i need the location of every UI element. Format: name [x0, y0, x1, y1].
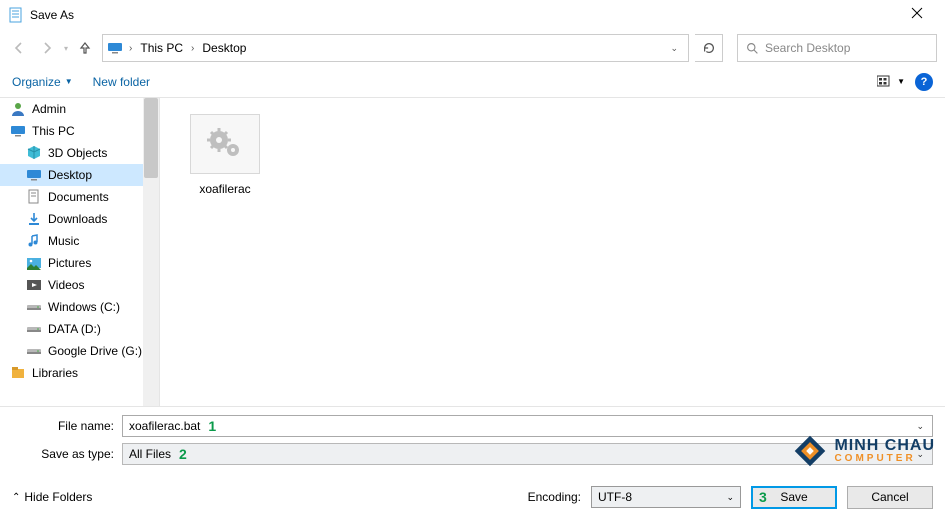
pc-icon [10, 123, 26, 139]
tree-item-label: Desktop [48, 168, 92, 182]
close-button[interactable] [897, 6, 937, 24]
tree-item-pictures[interactable]: Pictures [0, 252, 159, 274]
recent-dropdown-icon[interactable]: ▾ [64, 44, 68, 53]
tree-item-label: Downloads [48, 212, 107, 226]
encoding-label: Encoding: [528, 490, 581, 504]
pictures-icon [26, 255, 42, 271]
watermark-line1: MINH CHAU [834, 438, 935, 454]
search-input[interactable]: Search Desktop [737, 34, 937, 62]
hide-folders-label: Hide Folders [24, 490, 92, 504]
watermark: MINH CHAU COMPUTER [792, 433, 935, 469]
footer: ⌃ Hide Folders Encoding: UTF-8 ⌄ 3 Save … [0, 475, 945, 519]
nav-tree[interactable]: Admin This PC 3D Objects Desktop Documents Do… [0, 98, 160, 406]
logo-icon [792, 433, 828, 469]
main-area: Admin This PC 3D Objects Desktop Documents Do… [0, 98, 945, 406]
chevron-up-icon: ⌃ [12, 492, 20, 503]
tree-item-label: Documents [48, 190, 109, 204]
refresh-button[interactable] [695, 34, 723, 62]
address-bar[interactable]: › This PC › Desktop ⌄ [102, 34, 689, 62]
drive-icon [26, 299, 42, 315]
cube-icon [26, 145, 42, 161]
chevron-right-icon: › [127, 43, 134, 54]
videos-icon [26, 277, 42, 293]
chevron-down-icon: ⌄ [726, 492, 734, 503]
tree-item-libraries[interactable]: Libraries [0, 362, 159, 384]
save-type-label: Save as type: [12, 447, 122, 461]
tree-item-videos[interactable]: Videos [0, 274, 159, 296]
tree-item-label: Videos [48, 278, 84, 292]
cancel-button[interactable]: Cancel [847, 486, 933, 509]
encoding-select[interactable]: UTF-8 ⌄ [591, 486, 741, 508]
toolbar: Organize ▼ New folder ▼ ? [0, 66, 945, 98]
chevron-down-icon[interactable]: ⌄ [916, 421, 924, 432]
breadcrumb-this-pc[interactable]: This PC [138, 41, 185, 55]
tree-item-this-pc[interactable]: This PC [0, 120, 159, 142]
tree-scrollbar[interactable] [143, 98, 159, 406]
annotation-3: 3 [759, 489, 767, 505]
encoding-value: UTF-8 [598, 490, 632, 504]
tree-item-data-d-[interactable]: DATA (D:) [0, 318, 159, 340]
libraries-icon [10, 365, 26, 381]
file-list[interactable]: xoafilerac [160, 98, 945, 406]
tree-item-windows-c-[interactable]: Windows (C:) [0, 296, 159, 318]
save-label: Save [780, 490, 807, 504]
tree-item-label: Libraries [32, 366, 78, 380]
titlebar: Save As [0, 0, 945, 30]
notepad-icon [8, 7, 24, 23]
tree-item-label: Music [48, 234, 79, 248]
cancel-label: Cancel [871, 490, 908, 504]
tree-item-label: This PC [32, 124, 75, 138]
file-label: xoafilerac [180, 182, 270, 196]
chevron-right-icon: › [189, 43, 196, 54]
tree-item-label: Windows (C:) [48, 300, 120, 314]
tree-item-admin[interactable]: Admin [0, 98, 159, 120]
save-type-value: All Files [129, 447, 171, 461]
file-name-value: xoafilerac.bat [129, 419, 200, 433]
forward-button[interactable] [36, 37, 58, 59]
user-icon [10, 101, 26, 117]
organize-button[interactable]: Organize ▼ [12, 75, 73, 89]
music-icon [26, 233, 42, 249]
search-icon [746, 42, 759, 55]
tree-item-documents[interactable]: Documents [0, 186, 159, 208]
tree-item-music[interactable]: Music [0, 230, 159, 252]
file-name-label: File name: [12, 419, 122, 433]
tree-item-label: 3D Objects [48, 146, 107, 160]
watermark-line2: COMPUTER [834, 454, 935, 464]
hide-folders-button[interactable]: ⌃ Hide Folders [12, 490, 92, 504]
tree-item-desktop[interactable]: Desktop [0, 164, 159, 186]
tree-item-label: Google Drive (G:) [48, 344, 142, 358]
pc-icon [107, 40, 123, 56]
drive-icon [26, 343, 42, 359]
help-button[interactable]: ? [915, 73, 933, 91]
documents-icon [26, 189, 42, 205]
search-placeholder: Search Desktop [765, 41, 928, 55]
annotation-1: 1 [208, 418, 216, 434]
downloads-icon [26, 211, 42, 227]
view-mode-button[interactable]: ▼ [877, 75, 905, 89]
address-dropdown-icon[interactable]: ⌄ [664, 43, 684, 54]
drive-icon [26, 321, 42, 337]
breadcrumb-desktop[interactable]: Desktop [200, 41, 248, 55]
tree-item-downloads[interactable]: Downloads [0, 208, 159, 230]
tree-item-label: DATA (D:) [48, 322, 101, 336]
tree-item-google-drive-g-[interactable]: Google Drive (G:) [0, 340, 159, 362]
batch-gears-icon [190, 114, 260, 174]
back-button[interactable] [8, 37, 30, 59]
navbar: ▾ › This PC › Desktop ⌄ Search Desktop [0, 30, 945, 66]
chevron-down-icon: ▼ [897, 77, 905, 86]
desktop-icon [26, 167, 42, 183]
organize-label: Organize [12, 75, 61, 89]
tree-item-label: Pictures [48, 256, 91, 270]
new-folder-button[interactable]: New folder [93, 75, 150, 89]
file-item[interactable]: xoafilerac [180, 114, 270, 196]
chevron-down-icon: ▼ [65, 77, 73, 86]
window-title: Save As [30, 8, 897, 22]
save-button[interactable]: 3 Save [751, 486, 837, 509]
up-button[interactable] [74, 37, 96, 59]
tree-item-3d-objects[interactable]: 3D Objects [0, 142, 159, 164]
annotation-2: 2 [179, 446, 187, 462]
tree-item-label: Admin [32, 102, 66, 116]
